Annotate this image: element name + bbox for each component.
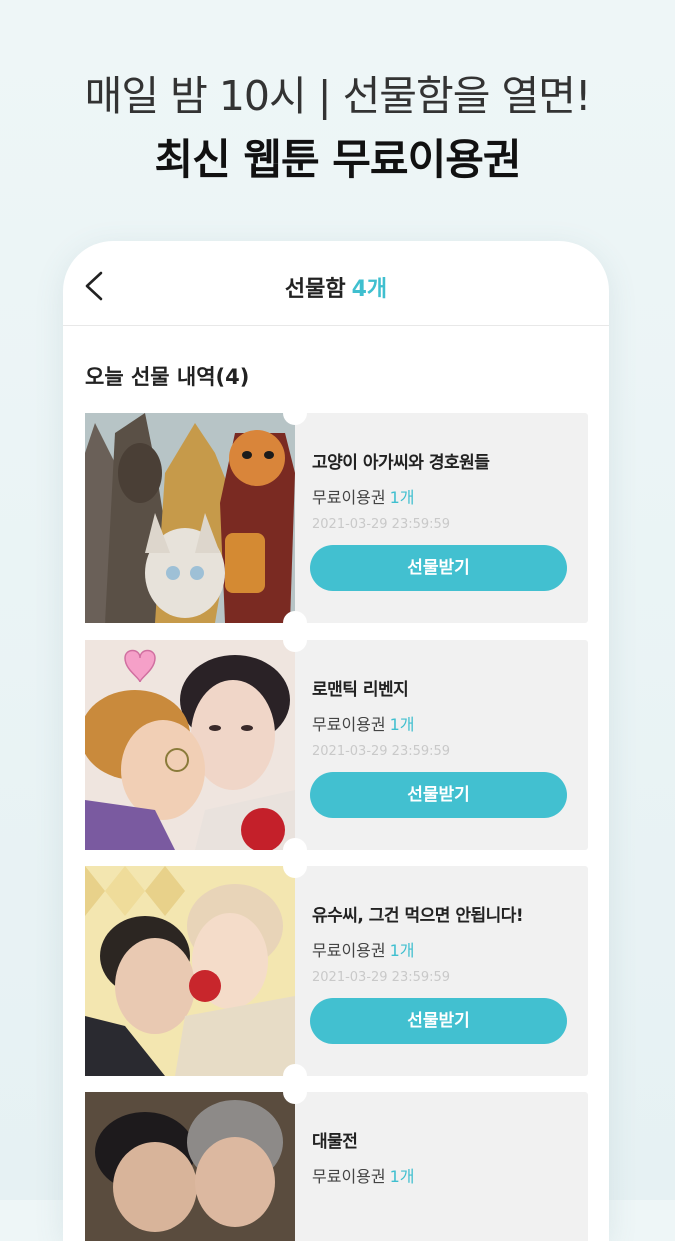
webtoon-thumbnail[interactable] bbox=[85, 866, 295, 1076]
promo-subheadline: 최신 웹툰 무료이용권 bbox=[154, 135, 521, 184]
ticket-quantity: 1개 bbox=[389, 488, 415, 507]
webtoon-title: 대물전 bbox=[312, 1132, 358, 1152]
webtoon-thumbnail[interactable] bbox=[85, 1092, 295, 1241]
top-bar: 선물함 4개 bbox=[63, 241, 609, 326]
gift-card: 고양이 아가씨와 경호원들 무료이용권 1개 2021-03-29 23:59:5… bbox=[85, 401, 588, 635]
webtoon-thumbnail[interactable] bbox=[85, 413, 295, 623]
webtoon-thumbnail[interactable] bbox=[85, 640, 295, 850]
card-notch bbox=[283, 401, 307, 425]
free-ticket-info: 무료이용권 1개 bbox=[312, 937, 415, 961]
gift-card: 유수씨, 그건 먹으면 안됩니다! 무료이용권 1개 2021-03-29 23:… bbox=[85, 854, 588, 1088]
ticket-label: 무료이용권 bbox=[312, 488, 386, 507]
receive-gift-button[interactable]: 선물받기 bbox=[310, 772, 567, 818]
gift-count: 4개 bbox=[351, 277, 388, 302]
page-title: 선물함 4개 bbox=[63, 271, 609, 303]
card-notch bbox=[283, 628, 307, 652]
receive-gift-button[interactable]: 선물받기 bbox=[310, 545, 567, 591]
gift-card: 로맨틱 리벤지 무료이용권 1개 2021-03-29 23:59:59 선물받기 bbox=[85, 628, 588, 862]
free-ticket-info: 무료이용권 1개 bbox=[312, 711, 415, 735]
free-ticket-info: 무료이용권 1개 bbox=[312, 484, 415, 508]
card-notch bbox=[283, 1080, 307, 1104]
webtoon-title: 고양이 아가씨와 경호원들 bbox=[312, 453, 490, 473]
page-title-text: 선물함 bbox=[284, 277, 346, 302]
gift-card: 대물전 무료이용권 1개 bbox=[85, 1080, 588, 1241]
expiry-date: 2021-03-29 23:59:59 bbox=[312, 970, 451, 985]
phone-screen: 선물함 4개 오늘 선물 내역(4) 고양이 아가씨와 경호원들 무료이용권 1… bbox=[63, 241, 609, 1241]
ticket-quantity: 1개 bbox=[389, 715, 415, 734]
webtoon-title: 유수씨, 그건 먹으면 안됩니다! bbox=[312, 906, 524, 926]
ticket-label: 무료이용권 bbox=[312, 941, 386, 960]
webtoon-title: 로맨틱 리벤지 bbox=[312, 680, 409, 700]
free-ticket-info: 무료이용권 1개 bbox=[312, 1163, 415, 1187]
card-notch bbox=[283, 854, 307, 878]
ticket-label: 무료이용권 bbox=[312, 1167, 386, 1186]
expiry-date: 2021-03-29 23:59:59 bbox=[312, 744, 451, 759]
receive-gift-button[interactable]: 선물받기 bbox=[310, 998, 567, 1044]
ticket-quantity: 1개 bbox=[389, 941, 415, 960]
section-title: 오늘 선물 내역(4) bbox=[85, 365, 250, 389]
promo-headline: 매일 밤 10시 | 선물함을 열면! bbox=[84, 72, 592, 120]
expiry-date: 2021-03-29 23:59:59 bbox=[312, 517, 451, 532]
ticket-label: 무료이용권 bbox=[312, 715, 386, 734]
ticket-quantity: 1개 bbox=[389, 1167, 415, 1186]
